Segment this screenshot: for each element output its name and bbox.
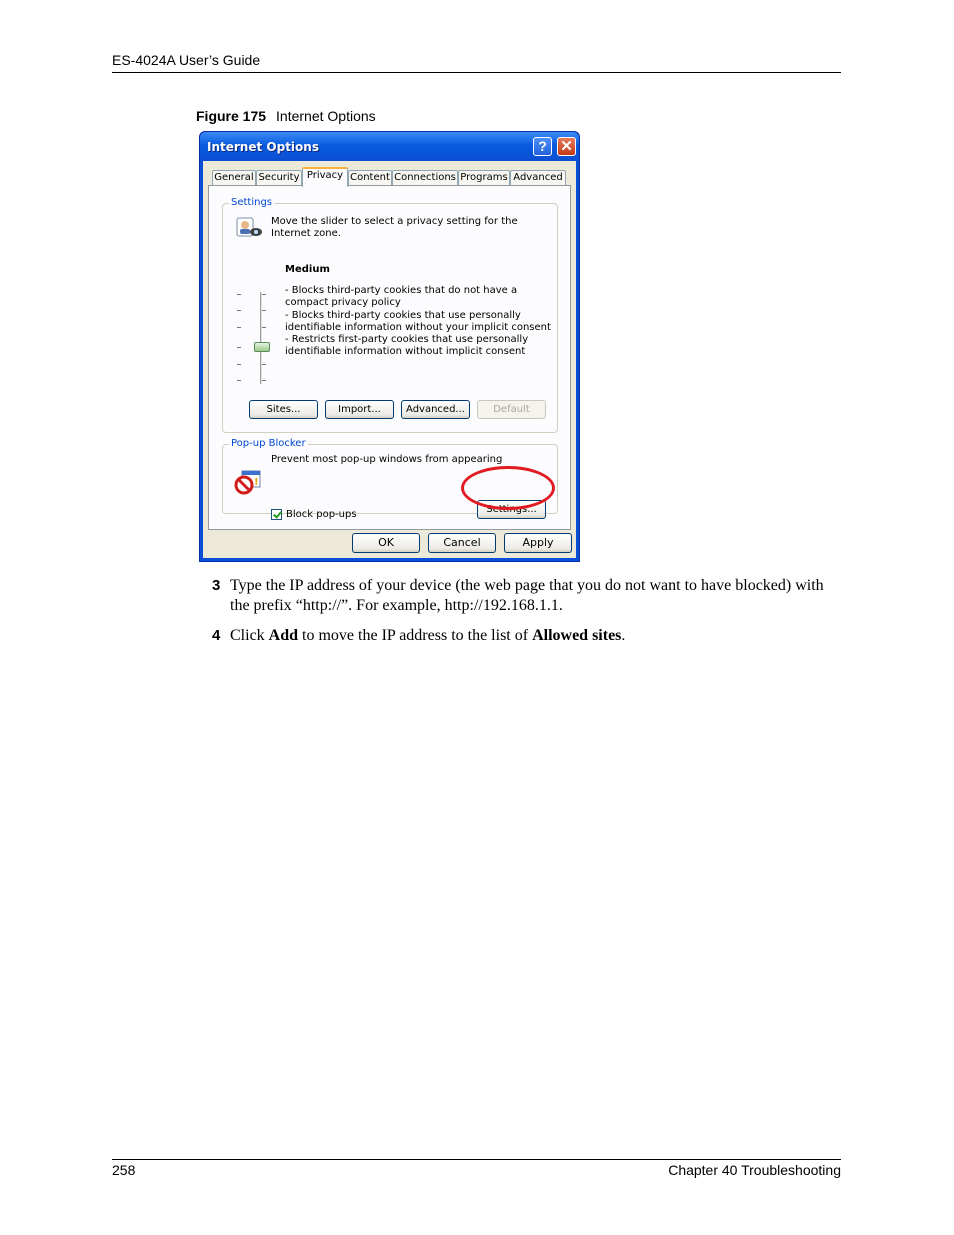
- step-text: Click Add to move the IP address to the …: [230, 626, 840, 646]
- figure-label: Figure 175: [196, 108, 267, 124]
- title-bar[interactable]: Internet Options ? ✕: [200, 132, 579, 161]
- step-number: 3: [212, 577, 221, 594]
- slider-tick: [262, 310, 266, 311]
- privacy-bullet: - Blocks third-party cookies that do not…: [285, 285, 518, 308]
- step-bold-allowed-sites: Allowed sites: [532, 627, 622, 644]
- block-popups-label: Block pop-ups: [286, 509, 357, 520]
- step-text-part: .: [621, 627, 626, 644]
- step-text-part: Click: [230, 627, 269, 644]
- block-popups-checkbox[interactable]: [271, 509, 282, 520]
- tab-privacy[interactable]: Privacy: [302, 167, 348, 187]
- tab-advanced[interactable]: Advanced: [510, 170, 566, 186]
- tab-general[interactable]: General: [212, 170, 256, 186]
- page-header: ES-4024A User’s Guide: [112, 52, 261, 68]
- privacy-icon: [236, 217, 262, 237]
- slider-tick: [262, 294, 266, 295]
- advanced-button[interactable]: Advanced...: [401, 400, 470, 419]
- figure-title: Internet Options: [276, 108, 376, 124]
- default-button: Default: [477, 400, 546, 419]
- slider-tick: [237, 347, 241, 348]
- privacy-instruction: Move the slider to select a privacy sett…: [271, 216, 518, 239]
- popup-group-label: Pop-up Blocker: [229, 438, 308, 449]
- tab-security[interactable]: Security: [256, 170, 302, 186]
- page-number: 258: [112, 1162, 136, 1178]
- footer-rule: [112, 1159, 841, 1160]
- chapter-title: Chapter 40 Troubleshooting: [668, 1162, 841, 1178]
- popup-description: Prevent most pop-up windows from appeari…: [271, 454, 503, 465]
- privacy-slider-track[interactable]: [260, 292, 263, 384]
- header-rule: [112, 72, 841, 73]
- apply-button[interactable]: Apply: [504, 533, 572, 553]
- figure-caption: Figure 175 Internet Options: [196, 108, 376, 124]
- slider-tick: [237, 294, 241, 295]
- slider-tick: [262, 380, 266, 381]
- cancel-button[interactable]: Cancel: [428, 533, 496, 553]
- privacy-level: Medium: [285, 264, 330, 275]
- popup-blocker-icon: !: [234, 470, 261, 495]
- dialog-title: Internet Options: [207, 140, 319, 154]
- slider-tick: [237, 310, 241, 311]
- step-number: 4: [212, 627, 221, 644]
- svg-text:!: !: [254, 477, 259, 488]
- highlight-ring: [461, 466, 555, 510]
- privacy-bullet: - Blocks third-party cookies that use pe…: [285, 310, 551, 333]
- tab-programs[interactable]: Programs: [458, 170, 510, 186]
- slider-tick: [262, 327, 266, 328]
- help-button[interactable]: ?: [533, 137, 552, 156]
- slider-tick: [262, 364, 266, 365]
- close-button[interactable]: ✕: [557, 137, 576, 156]
- step-text: Type the IP address of your device (the …: [230, 577, 824, 614]
- import-button[interactable]: Import...: [325, 400, 394, 419]
- step-bold-add: Add: [268, 627, 299, 644]
- tab-content[interactable]: Content: [348, 170, 392, 186]
- privacy-slider-thumb[interactable]: [254, 342, 270, 352]
- step-text-part: to move the IP address to the list of: [298, 627, 533, 644]
- slider-tick: [237, 327, 241, 328]
- tab-connections[interactable]: Connections: [392, 170, 458, 186]
- slider-tick: [237, 364, 241, 365]
- settings-group-label: Settings: [229, 197, 275, 208]
- privacy-bullet: - Restricts first-party cookies that use…: [285, 334, 529, 357]
- sites-button[interactable]: Sites...: [249, 400, 318, 419]
- ok-button[interactable]: OK: [352, 533, 420, 553]
- slider-tick: [237, 380, 241, 381]
